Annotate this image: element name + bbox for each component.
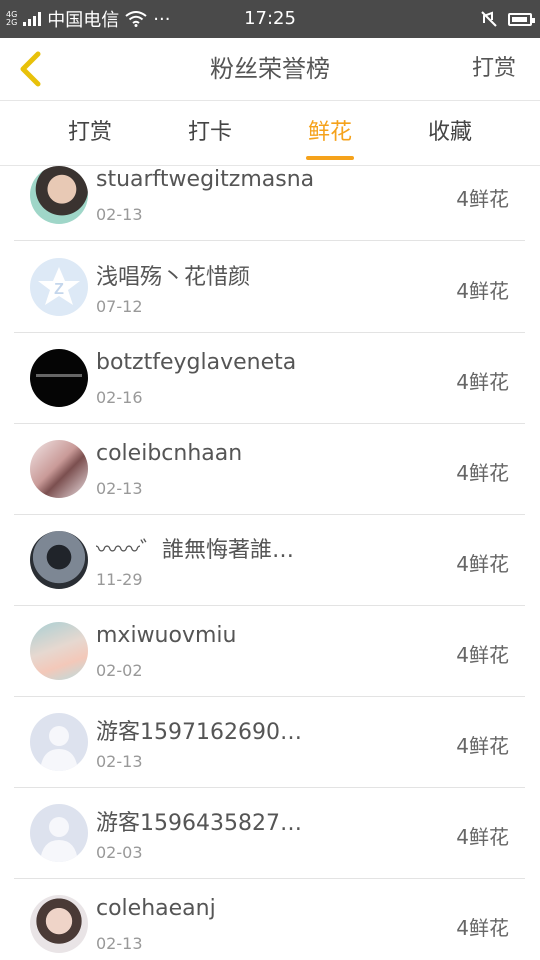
active-tab-indicator: [306, 156, 354, 160]
qzone-avatar: Z: [30, 258, 88, 316]
flower-count: 4鲜花: [456, 187, 509, 211]
status-right: [480, 0, 535, 38]
fan-name: coleibcnhaan: [96, 441, 243, 466]
fan-name: mxiwuovmiu: [96, 623, 237, 648]
fan-list[interactable]: stuarftwegitzmasna 02-13 4鲜花 Z 浅唱殇丶花惜颜 0…: [0, 166, 540, 960]
svg-text:Z: Z: [54, 281, 64, 298]
fan-name: 浅唱殇丶花惜颜: [96, 265, 251, 290]
list-item[interactable]: coleibcnhaan 02-13 4鲜花: [14, 423, 525, 515]
list-item[interactable]: mxiwuovmiu 02-02 4鲜花: [14, 605, 525, 697]
flower-count: 4鲜花: [456, 734, 509, 758]
list-item[interactable]: stuarftwegitzmasna 02-13 4鲜花: [14, 166, 525, 241]
fan-date: 02-02: [96, 661, 143, 680]
flower-count: 4鲜花: [456, 643, 509, 667]
tab-checkin[interactable]: 打卡: [150, 101, 270, 165]
fan-name: 〰〰゛誰無悔著誰…: [96, 538, 295, 563]
photo-avatar: [30, 622, 88, 680]
black-text-avatar: [30, 349, 88, 407]
nav-bar: 粉丝荣誉榜 打赏: [0, 38, 540, 101]
fan-date: 02-03: [96, 843, 143, 862]
photo-avatar: [30, 440, 88, 498]
tab-label: 鲜花: [307, 120, 352, 145]
list-item[interactable]: 游客1597162690… 02-13 4鲜花: [14, 696, 525, 788]
photo-avatar: [30, 895, 88, 953]
tab-label: 打赏: [67, 120, 112, 145]
back-button[interactable]: [10, 48, 50, 90]
tab-label: 收藏: [427, 120, 472, 145]
battery-icon: [508, 12, 535, 26]
fan-date: 02-13: [96, 752, 143, 771]
fan-name: 游客1597162690…: [96, 720, 302, 745]
list-item[interactable]: colehaeanj 02-13 4鲜花: [14, 878, 525, 960]
flower-count: 4鲜花: [456, 279, 509, 303]
fan-date: 02-16: [96, 388, 143, 407]
fan-date: 02-13: [96, 205, 143, 224]
tab-reward[interactable]: 打赏: [30, 101, 150, 165]
fan-name: stuarftwegitzmasna: [96, 167, 315, 192]
fan-name: colehaeanj: [96, 896, 216, 921]
chevron-left-icon: [20, 51, 41, 87]
tab-flowers[interactable]: 鲜花: [270, 101, 390, 165]
list-item[interactable]: Z 浅唱殇丶花惜颜 07-12 4鲜花: [14, 241, 525, 333]
status-bar: 4G 2G 中国电信 ··· 17:25: [0, 0, 540, 38]
status-time: 17:25: [244, 8, 296, 29]
fan-name: botztfeyglaveneta: [96, 350, 297, 375]
page-title: 粉丝荣誉榜: [210, 55, 330, 83]
flower-count: 4鲜花: [456, 370, 509, 394]
mute-icon: [481, 11, 497, 27]
fan-date: 07-12: [96, 297, 143, 316]
flower-count: 4鲜花: [456, 552, 509, 576]
default-avatar: [30, 713, 88, 771]
flower-count: 4鲜花: [456, 461, 509, 485]
photo-avatar: [30, 166, 88, 224]
list-item[interactable]: botztfeyglaveneta 02-16 4鲜花: [14, 332, 525, 424]
fan-name: 游客1596435827…: [96, 811, 302, 836]
tab-favorites[interactable]: 收藏: [390, 101, 510, 165]
flower-count: 4鲜花: [456, 825, 509, 849]
fan-date: 02-13: [96, 479, 143, 498]
fan-date: 11-29: [96, 570, 143, 589]
tab-label: 打卡: [187, 120, 232, 145]
photo-avatar: [30, 531, 88, 589]
fan-date: 02-13: [96, 934, 143, 953]
reward-button[interactable]: 打赏: [472, 38, 516, 100]
tab-bar: 打赏 打卡 鲜花 收藏: [0, 101, 540, 166]
flower-count: 4鲜花: [456, 916, 509, 940]
list-item[interactable]: 游客1596435827… 02-03 4鲜花: [14, 787, 525, 879]
default-avatar: [30, 804, 88, 862]
list-item[interactable]: 〰〰゛誰無悔著誰… 11-29 4鲜花: [14, 514, 525, 606]
